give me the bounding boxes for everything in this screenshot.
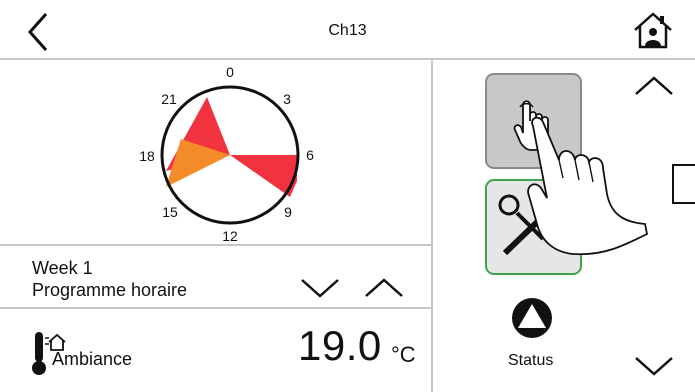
schedule-divider-bottom [0,307,431,309]
home-person-icon [634,12,672,49]
temperature-label: Ambiance [52,349,133,369]
clock-label-18: 18 [139,148,155,164]
clock-label-0: 0 [226,64,234,80]
scroll-down-button[interactable] [632,350,676,380]
clock-label-15: 15 [162,204,178,220]
panel-divider [431,60,433,392]
header-divider [0,58,695,60]
clock-label-9: 9 [284,204,292,220]
page-title: Ch13 [328,22,367,39]
chevron-down-icon [635,357,673,376]
status-label: Status [508,352,554,369]
clock-label-21: 21 [161,91,177,107]
program-label: Programme horaire [32,280,188,300]
schedule-up-button[interactable] [362,272,406,302]
temperature-unit: °C [391,342,416,367]
clock-label-6: 6 [306,147,314,163]
chevron-up-icon [365,278,403,297]
temperature-value: 19.0 [298,322,382,369]
week-label: Week 1 [32,258,93,278]
chevron-down-icon [301,279,339,298]
clock-label-3: 3 [283,91,291,107]
schedule-down-button[interactable] [298,272,342,302]
home-button[interactable] [632,10,674,50]
status-icon [512,298,552,338]
next-page-handle[interactable] [672,164,695,204]
clock-label-12: 12 [222,228,238,244]
pointing-hand-icon [495,96,655,272]
